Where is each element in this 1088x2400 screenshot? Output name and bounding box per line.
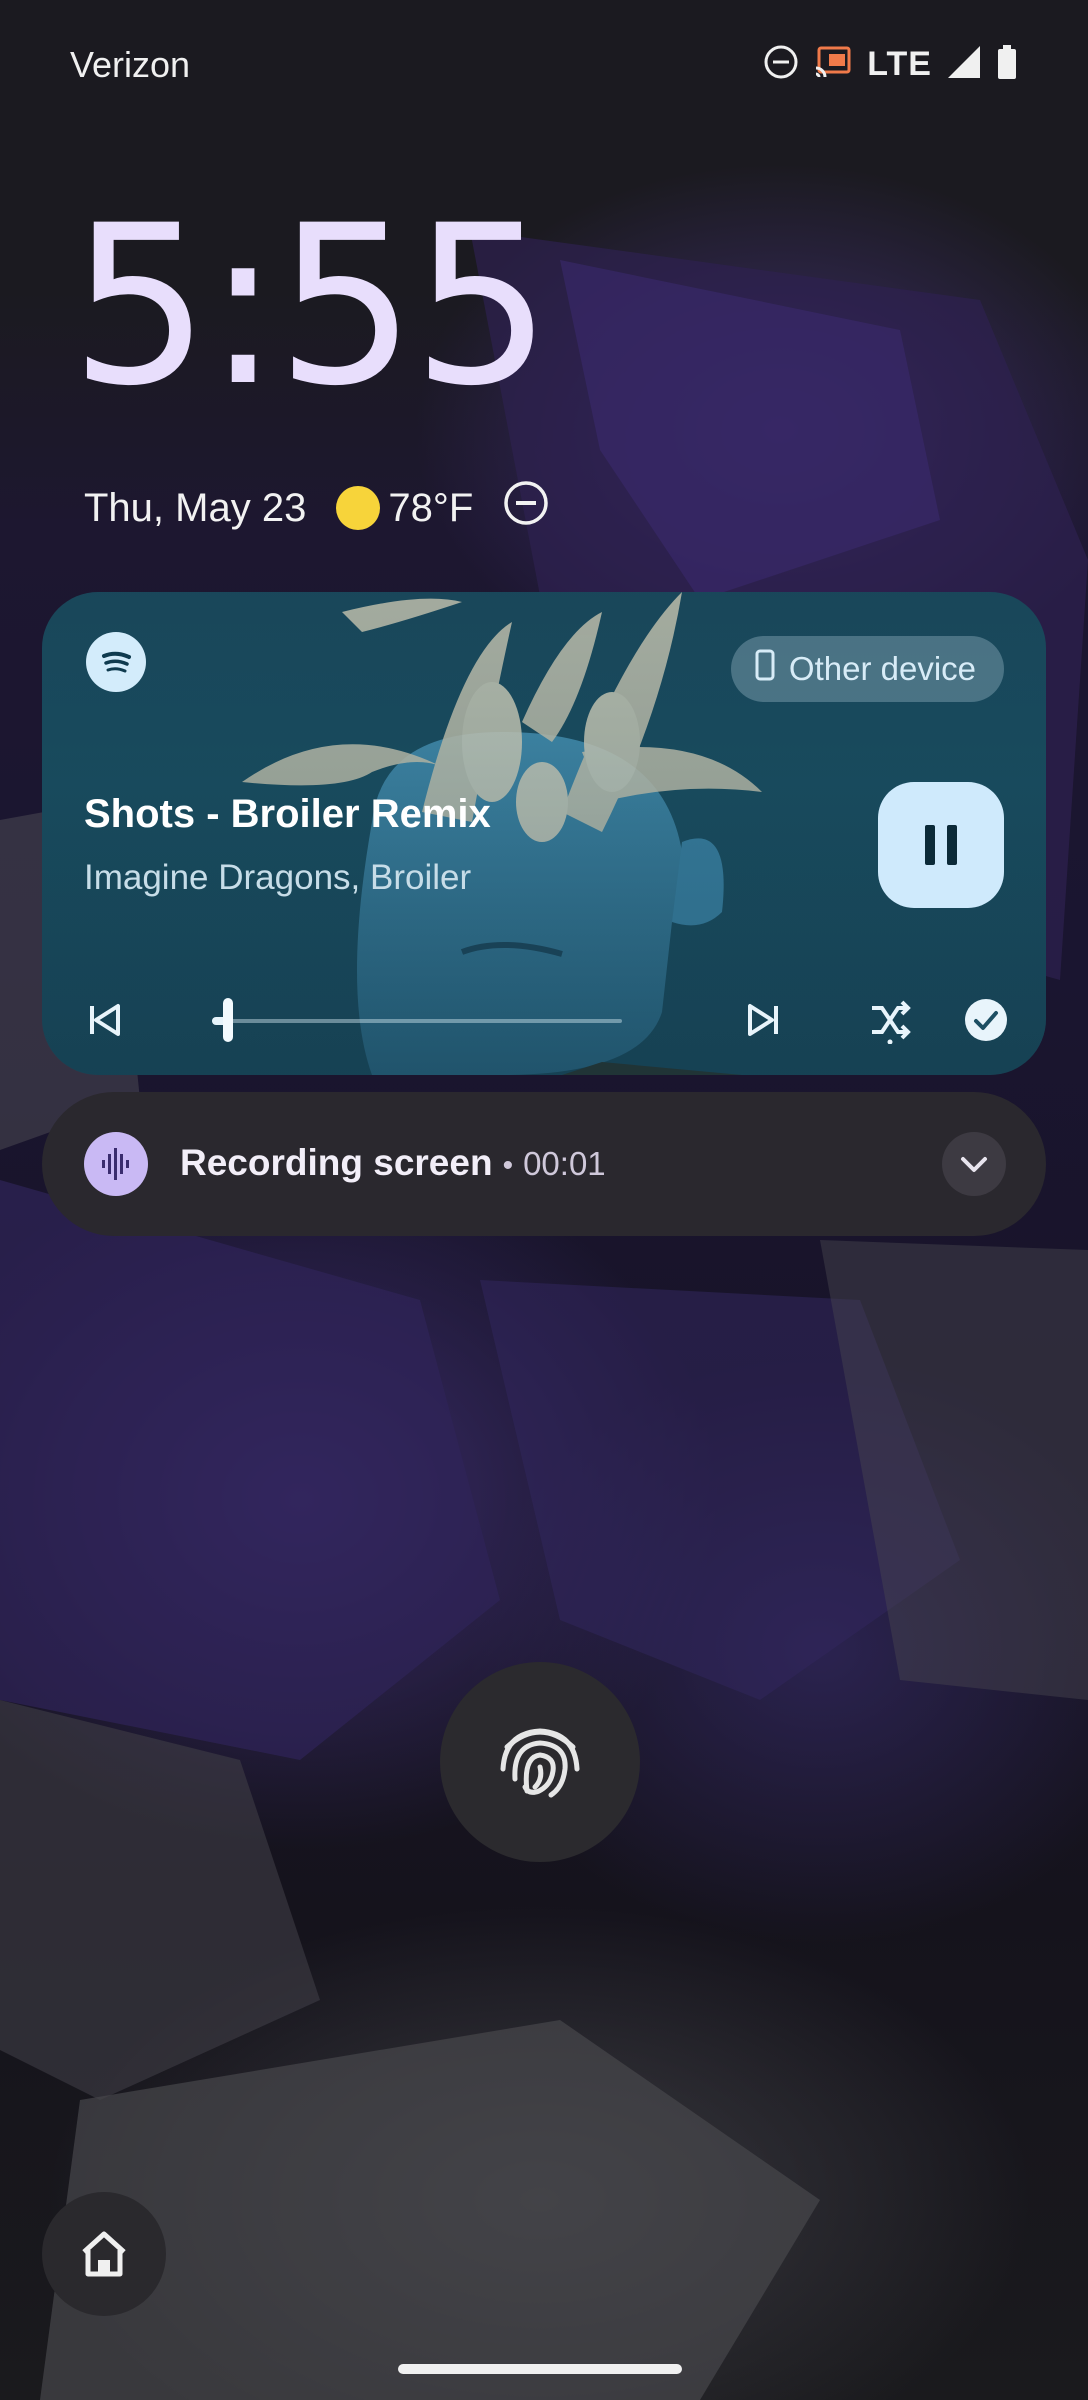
weather[interactable]: 78°F bbox=[336, 486, 473, 531]
battery-icon bbox=[996, 44, 1018, 85]
output-device-chip[interactable]: Other device bbox=[730, 636, 1004, 702]
status-bar: Verizon LTE bbox=[0, 0, 1088, 130]
track-title: Shots - Broiler Remix bbox=[84, 792, 491, 836]
carrier-name: Verizon bbox=[70, 44, 191, 85]
home-shortcut-button[interactable] bbox=[42, 2192, 166, 2316]
pause-button[interactable] bbox=[878, 782, 1004, 908]
sound-wave-icon bbox=[84, 1132, 148, 1196]
cast-icon bbox=[813, 44, 853, 85]
date-weather-row[interactable]: Thu, May 23 78°F bbox=[84, 478, 549, 538]
fingerprint-sensor[interactable] bbox=[440, 1662, 640, 1862]
skip-previous-icon bbox=[90, 1004, 120, 1036]
home-icon bbox=[82, 2231, 126, 2277]
separator-dot: • bbox=[502, 1149, 514, 1182]
notification-text: Recording screen • 00:01 bbox=[180, 1142, 606, 1184]
spotify-icon[interactable] bbox=[86, 632, 146, 692]
seek-bar[interactable] bbox=[212, 998, 622, 1042]
notification-title: Recording screen bbox=[180, 1142, 493, 1183]
skip-next-icon bbox=[748, 1004, 778, 1036]
fingerprint-icon bbox=[500, 1728, 580, 1798]
phone-icon bbox=[755, 649, 775, 689]
do-not-disturb-icon bbox=[503, 480, 549, 536]
do-not-disturb-icon bbox=[763, 44, 799, 85]
gesture-navigation-bar[interactable] bbox=[398, 2364, 682, 2374]
seek-thumb[interactable] bbox=[223, 998, 234, 1042]
pause-icon bbox=[925, 825, 935, 865]
recording-elapsed: 00:01 bbox=[523, 1145, 606, 1182]
status-icons: LTE bbox=[763, 44, 1018, 84]
media-player-card[interactable]: Other device Shots - Broiler Remix Imagi… bbox=[42, 592, 1046, 1075]
lock-clock: 5:55 bbox=[70, 178, 552, 434]
temperature: 78°F bbox=[388, 485, 474, 530]
check-circle-icon bbox=[965, 999, 1007, 1041]
screen-recording-notification[interactable]: Recording screen • 00:01 bbox=[42, 1092, 1046, 1236]
expand-button[interactable] bbox=[942, 1132, 1006, 1196]
signal-icon bbox=[946, 44, 982, 85]
seek-track bbox=[212, 1019, 622, 1023]
shuffle-icon bbox=[872, 1000, 911, 1044]
saved-track-button[interactable] bbox=[954, 988, 1018, 1052]
media-controls bbox=[42, 972, 1046, 1072]
chevron-down-icon bbox=[961, 1157, 987, 1172]
output-device-label: Other device bbox=[788, 650, 976, 687]
sun-icon bbox=[336, 486, 381, 530]
shuffle-button[interactable] bbox=[858, 988, 922, 1052]
next-track-button[interactable] bbox=[732, 988, 796, 1052]
date-text: Thu, May 23 bbox=[84, 485, 307, 530]
previous-track-button[interactable] bbox=[72, 988, 136, 1052]
track-artist: Imagine Dragons, Broiler bbox=[84, 858, 472, 897]
pause-icon-bar bbox=[947, 825, 957, 865]
network-type: LTE bbox=[867, 44, 932, 83]
